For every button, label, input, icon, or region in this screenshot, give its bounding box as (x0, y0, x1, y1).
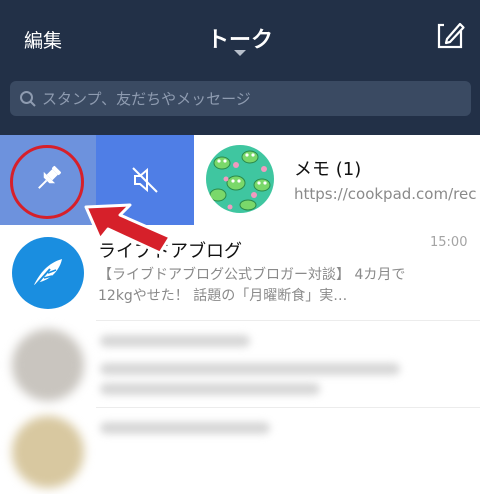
chat-row-memo[interactable]: メモ (1) https://cookpad.com/rec (194, 135, 480, 225)
chat-row-blurred[interactable] (0, 408, 480, 494)
search-icon (20, 91, 36, 107)
chat-preview: https://cookpad.com/rec (294, 185, 477, 203)
avatar (12, 329, 84, 401)
chevron-down-icon[interactable] (234, 50, 246, 56)
chat-name: メモ (1) (294, 159, 362, 180)
blurred-preview (100, 363, 400, 375)
avatar (12, 237, 84, 309)
blurred-preview (100, 383, 320, 395)
search-input[interactable] (42, 81, 462, 116)
app-header: 編集 トーク (0, 0, 480, 135)
blurred-name (100, 422, 270, 434)
chat-timestamp: 15:00 (430, 235, 468, 250)
search-bar[interactable] (10, 81, 471, 116)
compose-icon[interactable] (436, 20, 468, 50)
arrow-icon (84, 203, 172, 255)
avatar (12, 416, 84, 488)
chat-row-blurred[interactable] (0, 321, 480, 407)
blurred-name (100, 335, 250, 347)
chat-row-livedoor-blog[interactable]: ライブドアブログ 15:00 【ライブドアブログ公式ブロガー対談】 4カ月で12… (0, 225, 480, 320)
mute-icon (132, 167, 158, 193)
feather-icon (33, 259, 62, 288)
frog-pattern-avatar (206, 145, 274, 213)
pin-icon (38, 165, 62, 189)
chat-preview: 【ライブドアブログ公式ブロガー対談】 4カ月で12kgやせた！ 話題の「月曜断食… (98, 267, 406, 304)
